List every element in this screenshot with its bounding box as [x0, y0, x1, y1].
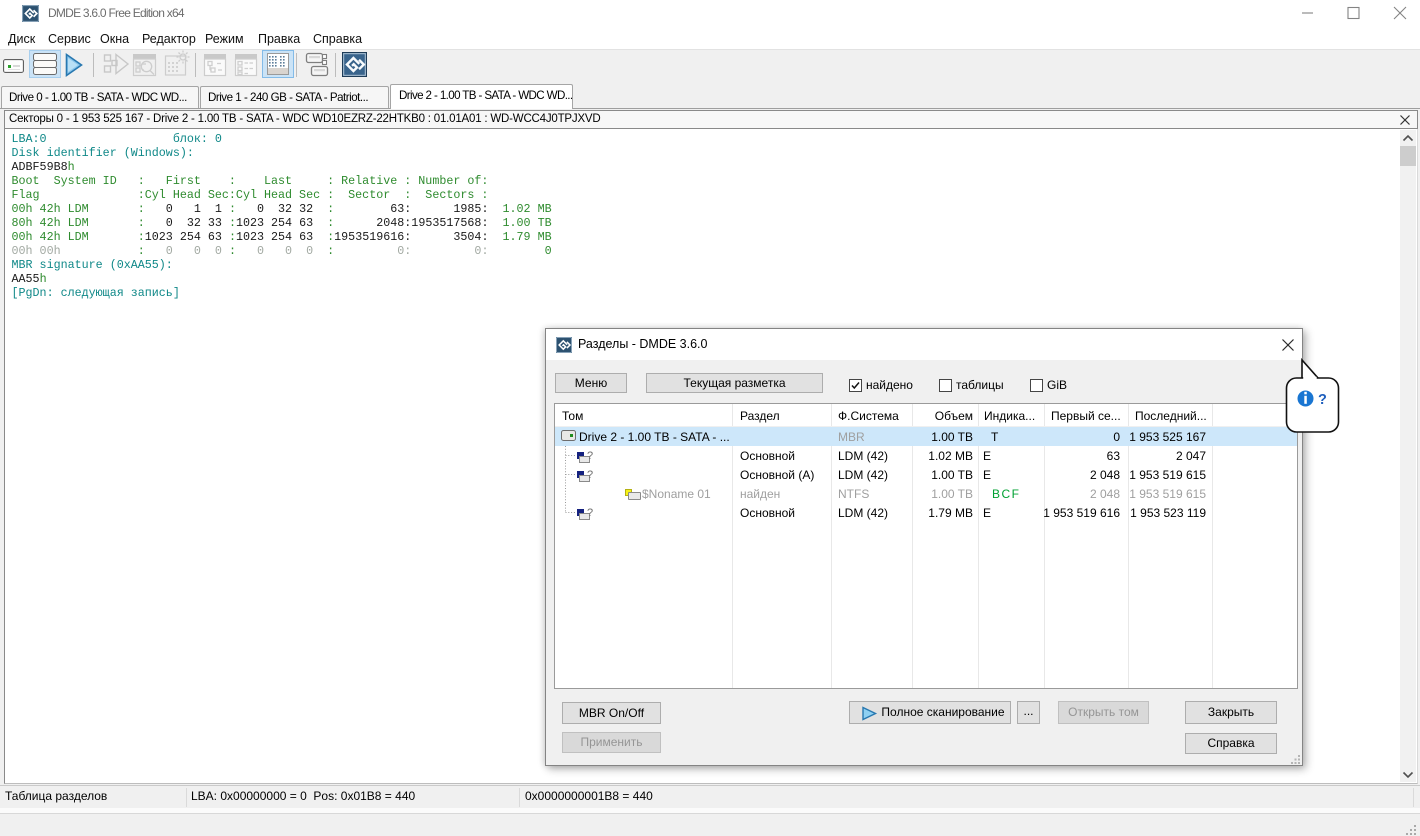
- svg-text:?: ?: [1318, 392, 1327, 408]
